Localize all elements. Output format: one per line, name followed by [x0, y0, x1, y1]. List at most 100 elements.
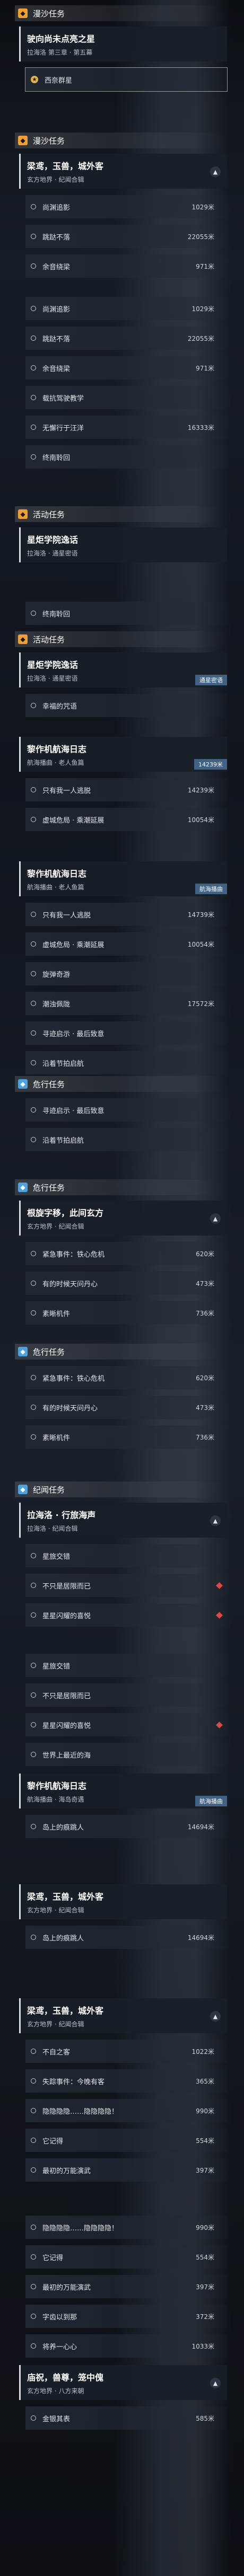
list-item[interactable]: 最初的万能演武 397米 [25, 2158, 227, 2182]
list-item[interactable]: 沿着节拍启航 [25, 1051, 227, 1074]
category-header[interactable]: ◆ 漫沙任务 [15, 133, 227, 148]
list-item[interactable]: 紧急事件：铁心危机 620米 [25, 1242, 227, 1265]
category-header[interactable]: ◆ 危行任务 [15, 1179, 227, 1195]
quest-card[interactable]: 梁鸢，玉兽，城外客 玄方地界 · 纪闻合辑 ▲ [19, 154, 227, 189]
quest-icon: ◆ [18, 509, 28, 519]
list-item[interactable]: 尚渊追影 1029米 [25, 297, 227, 320]
quest-card[interactable]: 黎作机航海日志 航海播曲 · 老人鱼篇 航海播曲 [19, 861, 227, 896]
list-item[interactable]: 素晰机件 736米 [25, 1425, 227, 1449]
step-icon [31, 1030, 36, 1036]
list-item[interactable]: 星旅交错 [25, 1544, 227, 1567]
list-item[interactable]: 只有我一人逃脱 14239米 [25, 778, 227, 801]
section-4: ◆ 活动任务 星炬学院逸话 拉海洛 · 通星密语 [15, 506, 227, 562]
quest-card[interactable]: 庙祝，兽尊，笼中傀 玄方地界 · 八方来朝 ▲ [19, 2365, 227, 2400]
list-item[interactable]: 星星闪耀的喜悦 [25, 1713, 227, 1736]
category-header[interactable]: ◆ 漫沙任务 [15, 5, 227, 21]
list-item[interactable]: 紧急事件：铁心危机 620米 [25, 1366, 227, 1389]
list-item[interactable]: 余音绕梁 971米 [25, 254, 227, 278]
section-11: ◆ 纪闻任务 拉海洛 · 行旅海声 拉海洛 · 纪闻合辑 ▲ 星旅交错 不只是居限而已… [15, 1481, 227, 1627]
list-item[interactable]: 潮浊佩陇 17572米 [25, 992, 227, 1015]
step-icon [31, 1612, 36, 1618]
list-item[interactable]: 星旅交错 [25, 1654, 227, 1677]
collapse-icon[interactable]: ▲ [210, 2011, 221, 2022]
list-item[interactable]: 跳跶不落 22055米 [25, 225, 227, 248]
section-3: 尚渊追影 1029米 跳跶不落 22055米 余音绕梁 971米 载抗驾驶教学 无懈行… [15, 297, 227, 469]
list-item[interactable]: 虚城危局 · 乘潮延展 10054米 [25, 808, 227, 831]
step-icon [31, 204, 36, 209]
category-header[interactable]: ◆ 活动任务 [15, 631, 227, 647]
collapse-icon[interactable]: ▲ [210, 1515, 221, 1526]
list-item[interactable]: 世界上最近的海 [25, 1743, 227, 1766]
category-header[interactable]: ◆ 纪闻任务 [15, 1481, 227, 1497]
quest-card[interactable]: 星炬学院逸话 拉海洛 · 通星密语 通星密语 [19, 652, 227, 687]
quest-card[interactable]: 黎作机航海日志 航海播曲 · 海岛奇遇 航海播曲 [19, 1774, 227, 1809]
list-item[interactable]: 终南聆回 [25, 445, 227, 469]
list-item[interactable]: 有的时候天问丹心 473米 [25, 1396, 227, 1419]
quest-card[interactable]: 星炬学院逸话 拉海洛 · 通星密语 [19, 527, 227, 562]
quest-goal[interactable]: ★ 西奈群星 [25, 67, 228, 92]
quest-card[interactable]: 根旋字移，此间玄方 玄方地界 · 纪闻合辑 ▲ [19, 1201, 227, 1236]
step-icon [31, 1824, 36, 1829]
list-item[interactable]: 只有我一人逃脱 14739米 [25, 903, 227, 926]
list-item[interactable]: 隐隐隐隐……隐隐隐隐！ 990米 [25, 2099, 227, 2122]
quest-card[interactable]: 黎作机航海日志 航海播曲 · 老人鱼篇 14239米 [19, 737, 227, 772]
list-item[interactable]: 寻迹启示 · 最后致意 [25, 1021, 227, 1045]
step-icon [31, 941, 36, 947]
collapse-icon[interactable]: ▲ [210, 166, 221, 177]
collapse-icon[interactable]: ▲ [210, 2378, 221, 2388]
section-13: 梁鸢，玉兽，城外客 玄方地界 · 纪闻合辑 岛上的痕跳人 14694米 [15, 1884, 227, 1949]
section-10: ◆ 危行任务 紧急事件：铁心危机 620米 有的时候天问丹心 473米 素晰机件 736… [15, 1344, 227, 1449]
list-item[interactable]: 余音绕梁 971米 [25, 356, 227, 380]
list-item[interactable]: 星星闪耀的喜悦 [25, 1603, 227, 1627]
step-icon [31, 2225, 36, 2230]
list-item[interactable]: 虚城危局 · 乘潮延展 10054米 [25, 932, 227, 956]
quest-card[interactable]: 拉海洛 · 行旅海声 拉海洛 · 纪闻合辑 ▲ [19, 1503, 227, 1538]
list-item[interactable]: 失踪事件：今晚有客 365米 [25, 2069, 227, 2093]
step-icon [31, 1001, 36, 1006]
list-item[interactable]: 岛上的痕跳人 14694米 [25, 1815, 227, 1838]
step-icon [31, 2284, 36, 2289]
list-item[interactable]: 旋弹奇游 [25, 962, 227, 985]
step-icon [31, 234, 36, 239]
step-icon [31, 971, 36, 976]
step-icon [31, 263, 36, 269]
list-item[interactable]: 尚渊追影 1029米 [25, 195, 227, 218]
category-header[interactable]: ◆ 危行任务 [15, 1076, 227, 1092]
collapse-icon[interactable]: ▲ [210, 1213, 221, 1224]
quest-icon: ◆ [18, 1079, 28, 1089]
category-header[interactable]: ◆ 活动任务 [15, 506, 227, 522]
quest-card[interactable]: 梁鸢，玉兽，城外客 玄方地界 · 纪闻合辑 ▲ [19, 1998, 227, 2033]
list-item[interactable]: 最初的万能演武 397米 [25, 2275, 227, 2298]
list-item[interactable]: 沿着节拍启航 [25, 1128, 227, 1151]
list-item[interactable]: 跳跶不落 22055米 [25, 327, 227, 350]
list-item[interactable]: 不只是居限而已 [25, 1683, 227, 1707]
quest-card[interactable]: 梁鸢，玉兽，城外客 玄方地界 · 纪闻合辑 [19, 1884, 227, 1919]
list-item[interactable]: 不只是居限而已 [25, 1574, 227, 1597]
step-icon [31, 1251, 36, 1256]
step-icon [31, 2138, 36, 2143]
step-icon [31, 395, 36, 400]
list-item[interactable]: 不自之客 1022米 [25, 2040, 227, 2063]
list-item[interactable]: 幸福的咒语 [25, 694, 227, 717]
list-item[interactable]: 将养一心心 1033米 [25, 2334, 227, 2358]
list-item[interactable]: 它记得 554米 [25, 2129, 227, 2152]
list-item[interactable]: 岛上的痕跳人 14694米 [25, 1926, 227, 1949]
step-icon [31, 703, 36, 708]
step-icon [31, 2415, 36, 2421]
list-item[interactable]: 终南聆回 [25, 602, 227, 625]
step-icon [31, 2078, 36, 2084]
list-item[interactable]: 金银其表 585米 [25, 2406, 227, 2430]
category-header[interactable]: ◆ 危行任务 [15, 1344, 227, 1360]
step-icon [31, 1434, 36, 1440]
list-item[interactable]: 有的时候天问丹心 473米 [25, 1272, 227, 1295]
list-item[interactable]: 字齿以到那 372米 [25, 2305, 227, 2328]
warning-icon [216, 1611, 223, 1619]
list-item[interactable]: 素晰机件 736米 [25, 1301, 227, 1325]
list-item[interactable]: 寻迹启示 · 最后致意 [25, 1098, 227, 1122]
quest-card[interactable]: 驶向尚未点亮之星 拉海洛 第三章 · 第五幕 [19, 27, 227, 61]
list-item[interactable]: 无懈行于汪洋 16333米 [25, 416, 227, 439]
list-item[interactable]: 它记得 554米 [25, 2245, 227, 2269]
quest-icon: ◆ [18, 634, 28, 644]
list-item[interactable]: 隐隐隐隐……隐隐隐隐！ 990米 [25, 2216, 227, 2239]
list-item[interactable]: 载抗驾驶教学 [25, 386, 227, 409]
